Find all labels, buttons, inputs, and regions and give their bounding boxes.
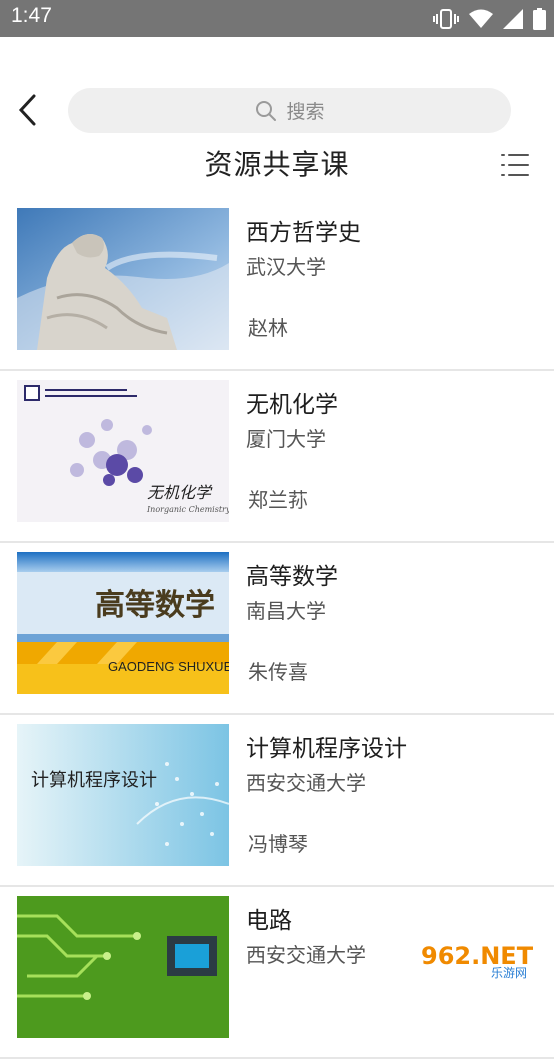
status-icons [433, 7, 546, 31]
course-teacher: 冯博琴 [248, 832, 308, 856]
course-school: 南昌大学 [246, 599, 326, 623]
signal-icon [503, 9, 523, 29]
course-school: 武汉大学 [246, 255, 326, 279]
thumb-subtitle: GAODENG SHUXUE [108, 659, 229, 674]
watermark-logo: 962.NET 乐游网 [415, 936, 549, 980]
thumb-title: 高等数学 [95, 588, 215, 623]
battery-icon [533, 8, 546, 30]
course-thumbnail [17, 896, 229, 1038]
course-thumbnail: 高等数学 GAODENG SHUXUE [17, 552, 229, 694]
course-title: 电路 [246, 908, 292, 934]
course-teacher: 朱传喜 [248, 660, 308, 684]
search-input[interactable]: 搜索 [68, 88, 511, 133]
course-list: 西方哲学史 武汉大学 赵林 无机化学 Inorganic Chemistry 无… [0, 199, 554, 1059]
page-title: 资源共享课 [204, 148, 350, 181]
svg-text:乐游网: 乐游网 [491, 966, 527, 980]
course-school: 西安交通大学 [246, 771, 366, 795]
course-title: 计算机程序设计 [246, 736, 407, 762]
thumb-title: 计算机程序设计 [31, 770, 157, 791]
course-item[interactable]: 西方哲学史 武汉大学 赵林 [0, 199, 554, 371]
back-button[interactable] [10, 90, 50, 130]
course-school: 厦门大学 [246, 427, 326, 451]
course-thumbnail: 计算机程序设计 [17, 724, 229, 866]
course-teacher: 赵林 [248, 316, 288, 340]
chevron-left-icon [18, 94, 36, 126]
course-item[interactable]: 高等数学 GAODENG SHUXUE 高等数学 南昌大学 朱传喜 [0, 543, 554, 715]
wifi-icon [469, 9, 493, 28]
list-menu-button[interactable] [500, 151, 530, 179]
course-thumbnail [17, 208, 229, 350]
status-bar: 1:47 [0, 0, 554, 37]
course-item[interactable]: 无机化学 Inorganic Chemistry 无机化学 厦门大学 郑兰荪 [0, 371, 554, 543]
course-title: 西方哲学史 [246, 220, 361, 246]
course-thumbnail: 无机化学 Inorganic Chemistry [17, 380, 229, 522]
list-menu-icon [501, 154, 529, 176]
course-item[interactable]: 计算机程序设计 计算机程序设计 西安交通大学 冯博琴 [0, 715, 554, 887]
header-spacer [0, 37, 554, 87]
status-time: 1:47 [11, 4, 52, 27]
thumb-title: 无机化学 [147, 483, 213, 502]
thumb-subtitle: Inorganic Chemistry [146, 505, 229, 514]
course-title: 无机化学 [246, 392, 338, 418]
course-school: 西安交通大学 [246, 943, 366, 967]
search-placeholder: 搜索 [286, 101, 325, 123]
vibrate-icon [433, 9, 459, 29]
search-icon [256, 100, 277, 121]
course-title: 高等数学 [246, 564, 338, 590]
course-teacher: 郑兰荪 [248, 488, 308, 512]
